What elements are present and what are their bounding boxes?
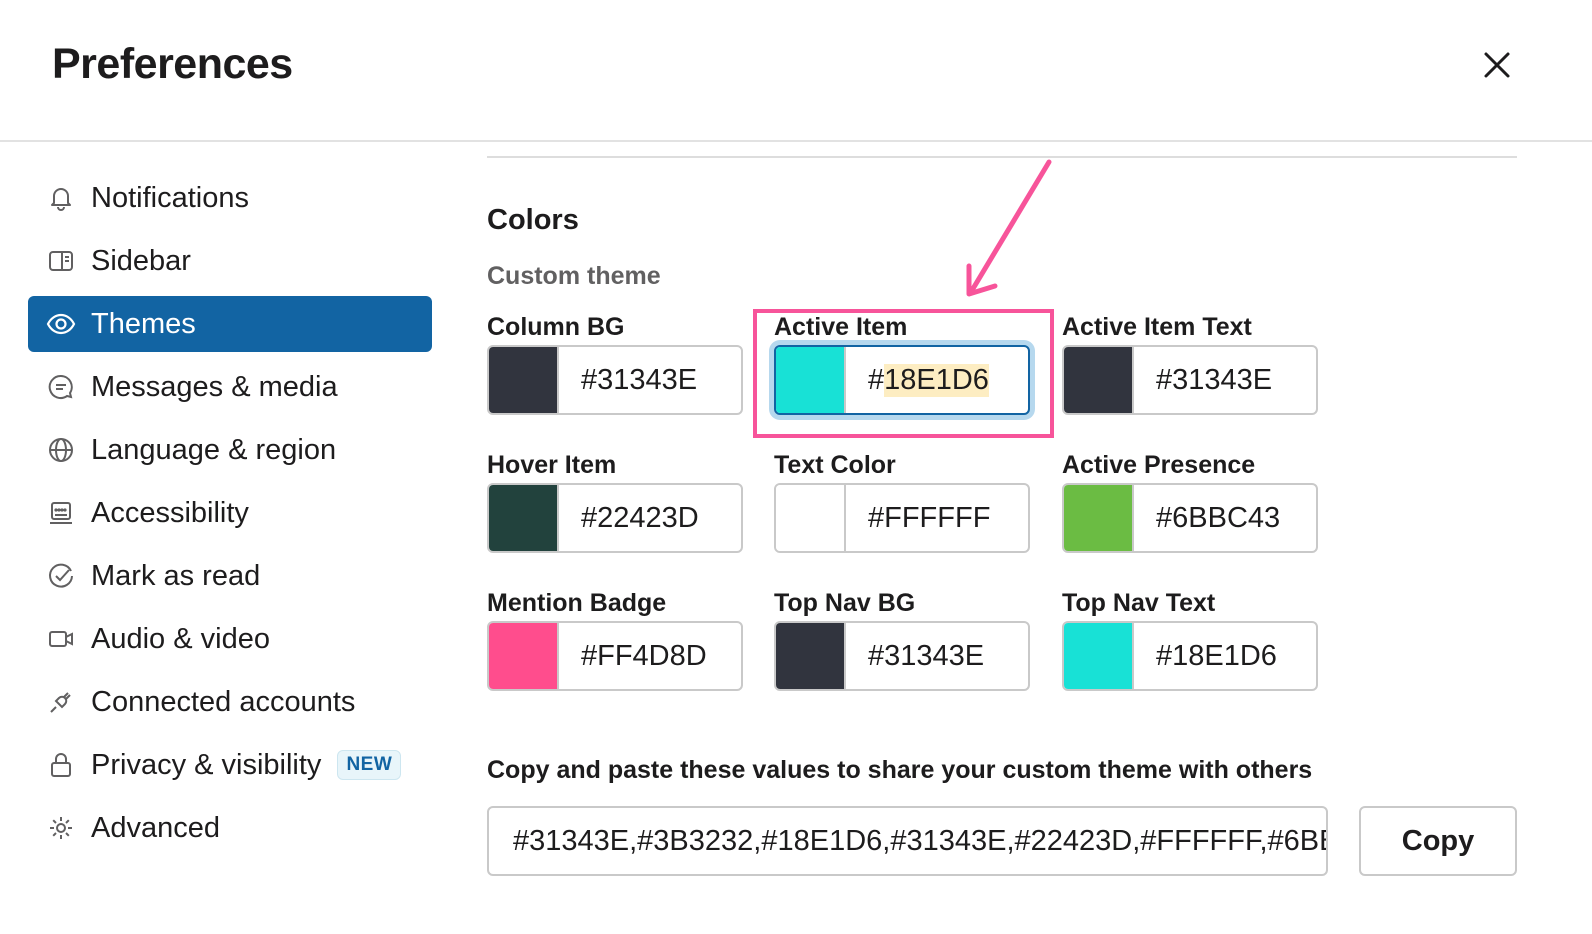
sidebar-item-language-region[interactable]: Language & region xyxy=(28,422,432,478)
color-field-label: Top Nav Text xyxy=(1062,589,1216,617)
color-field-top-nav-text: Top Nav Text #18E1D6 xyxy=(1062,589,1318,691)
color-input-box[interactable]: #18E1D6 xyxy=(1062,621,1318,691)
color-field-mention-badge: Mention Badge #FF4D8D xyxy=(487,589,743,691)
themes-panel: Colors Custom theme Column BG #31343E Ac… xyxy=(487,0,1527,934)
color-input-box[interactable]: #31343E xyxy=(774,621,1030,691)
bell-icon xyxy=(46,183,76,213)
preferences-sidebar: Notifications Sidebar Themes Messages & … xyxy=(28,170,432,863)
hex-input[interactable]: #31343E xyxy=(559,347,741,413)
sidebar-item-label: Language & region xyxy=(91,433,337,466)
sidebar-item-notifications[interactable]: Notifications xyxy=(28,170,432,226)
color-field-label: Active Item Text xyxy=(1062,313,1252,341)
color-swatch[interactable] xyxy=(1064,485,1134,551)
colors-heading: Colors xyxy=(487,204,579,236)
hex-input[interactable]: #22423D xyxy=(559,485,741,551)
sidebar-item-label: Notifications xyxy=(91,181,249,214)
color-field-label: Column BG xyxy=(487,313,625,341)
sidebar-item-label: Audio & video xyxy=(91,622,270,655)
sidebar-item-label: Accessibility xyxy=(91,496,249,529)
color-input-box[interactable]: #31343E xyxy=(487,345,743,415)
hex-input[interactable]: #31343E xyxy=(846,623,1028,689)
annotation-arrow-icon xyxy=(966,159,1052,297)
color-input-box[interactable]: #6BBC43 xyxy=(1062,483,1318,553)
theme-values-input[interactable]: #31343E,#3B3232,#18E1D6,#31343E,#22423D,… xyxy=(487,806,1328,876)
sidebar-item-label: Themes xyxy=(91,307,196,340)
hex-input[interactable]: #31343E xyxy=(1134,347,1316,413)
annotation-highlight-box xyxy=(753,309,1054,438)
color-swatch[interactable] xyxy=(489,623,559,689)
color-field-hover-item: Hover Item #22423D xyxy=(487,451,743,553)
gear-icon xyxy=(46,813,76,843)
color-swatch[interactable] xyxy=(776,623,846,689)
sidebar-item-sidebar[interactable]: Sidebar xyxy=(28,233,432,289)
color-field-label: Hover Item xyxy=(487,451,617,479)
check-circle-icon xyxy=(46,561,76,591)
hex-input[interactable]: #FF4D8D xyxy=(559,623,741,689)
hex-input[interactable]: #18E1D6 xyxy=(1134,623,1316,689)
color-input-box[interactable]: #31343E xyxy=(1062,345,1318,415)
color-field-label: Active Presence xyxy=(1062,451,1256,479)
eye-icon xyxy=(46,309,76,339)
color-swatch[interactable] xyxy=(1064,347,1134,413)
color-field-active-item-text: Active Item Text #31343E xyxy=(1062,313,1318,415)
color-field-top-nav-bg: Top Nav BG #31343E xyxy=(774,589,1030,691)
plug-icon xyxy=(46,687,76,717)
sidebar-item-mark-as-read[interactable]: Mark as read xyxy=(28,548,432,604)
message-icon xyxy=(46,372,76,402)
color-field-active-presence: Active Presence #6BBC43 xyxy=(1062,451,1318,553)
color-field-label: Mention Badge xyxy=(487,589,667,617)
sidebar-item-label: Messages & media xyxy=(91,370,338,403)
color-input-box[interactable]: #22423D xyxy=(487,483,743,553)
color-swatch[interactable] xyxy=(489,485,559,551)
color-field-label: Text Color xyxy=(774,451,896,479)
copy-button[interactable]: Copy xyxy=(1359,806,1517,876)
color-field-column-bg: Column BG #31343E xyxy=(487,313,743,415)
color-input-box[interactable]: #FF4D8D xyxy=(487,621,743,691)
lock-icon xyxy=(46,750,76,780)
color-input-box[interactable]: #FFFFFF xyxy=(774,483,1030,553)
custom-theme-subheading: Custom theme xyxy=(487,262,661,290)
sidebar-item-label: Mark as read xyxy=(91,559,261,592)
color-swatch[interactable] xyxy=(776,485,846,551)
color-field-text-color: Text Color #FFFFFF xyxy=(774,451,1030,553)
video-icon xyxy=(46,624,76,654)
sidebar-item-label: Advanced xyxy=(91,811,220,844)
sidebar-item-connected-accounts[interactable]: Connected accounts xyxy=(28,674,432,730)
sidebar-icon xyxy=(46,246,76,276)
color-field-label: Top Nav BG xyxy=(774,589,916,617)
sidebar-item-themes[interactable]: Themes xyxy=(28,296,432,352)
page-title: Preferences xyxy=(52,40,293,88)
globe-icon xyxy=(46,435,76,465)
sidebar-item-messages-media[interactable]: Messages & media xyxy=(28,359,432,415)
sidebar-item-advanced[interactable]: Advanced xyxy=(28,800,432,856)
sidebar-item-label: Connected accounts xyxy=(91,685,356,718)
sidebar-item-accessibility[interactable]: Accessibility xyxy=(28,485,432,541)
sidebar-item-label: Privacy & visibility xyxy=(91,748,322,781)
sidebar-item-audio-video[interactable]: Audio & video xyxy=(28,611,432,667)
new-badge: NEW xyxy=(337,750,402,780)
sidebar-item-privacy-visibility[interactable]: Privacy & visibility NEW xyxy=(28,737,432,793)
sidebar-item-label: Sidebar xyxy=(91,244,191,277)
color-swatch[interactable] xyxy=(489,347,559,413)
share-theme-label: Copy and paste these values to share you… xyxy=(487,756,1313,784)
color-swatch[interactable] xyxy=(1064,623,1134,689)
hex-input[interactable]: #FFFFFF xyxy=(846,485,1028,551)
keyboard-icon xyxy=(46,498,76,528)
hex-input[interactable]: #6BBC43 xyxy=(1134,485,1316,551)
